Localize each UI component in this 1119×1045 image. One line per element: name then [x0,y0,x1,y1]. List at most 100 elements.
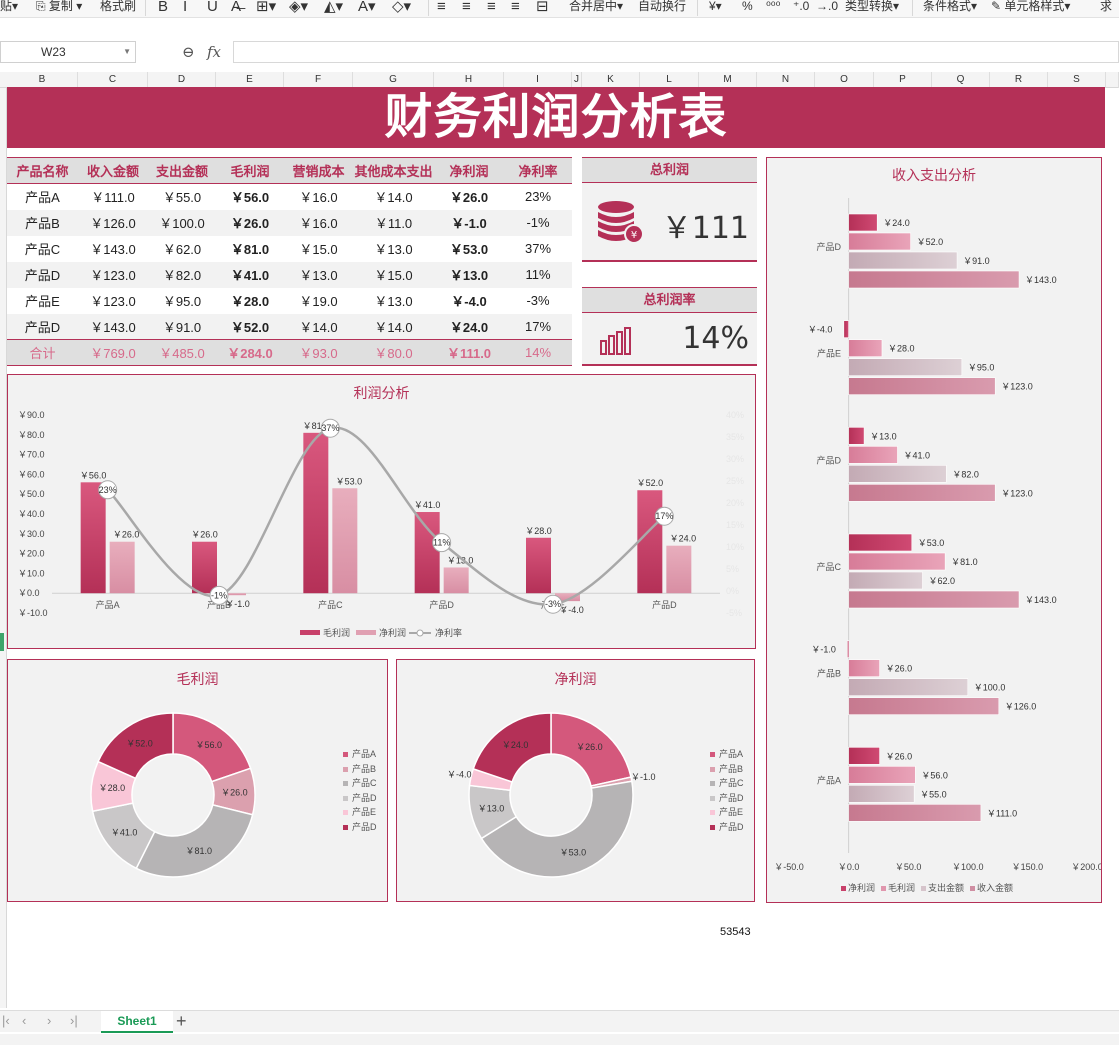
table-total-cell[interactable]: ￥769.0 [78,339,148,366]
hbar-gross-profit[interactable] [848,552,946,571]
ribbon-button[interactable]: U [207,0,218,14]
column-header-cell[interactable]: F [284,72,353,88]
hbar-net-profit[interactable] [847,640,850,658]
hbar-income[interactable] [848,590,1020,609]
table-cell[interactable]: ￥14.0 [284,313,353,340]
ribbon-button[interactable]: I [183,0,187,14]
column-header-cell[interactable]: I [504,72,572,88]
hbar-expense[interactable] [848,251,958,270]
hbar-net-profit[interactable] [843,320,849,338]
ribbon-button[interactable]: ◭▾ [324,0,343,14]
table-cell[interactable]: 17% [504,313,572,340]
table-total-cell[interactable]: 14% [504,339,572,366]
column-header-cell[interactable]: H [434,72,504,88]
table-cell[interactable]: ￥13.0 [434,261,504,288]
hbar-income[interactable] [848,270,1020,289]
table-total-cell[interactable]: ￥485.0 [148,339,216,366]
tab-sheet1[interactable]: Sheet1 [101,1011,173,1033]
hbar-gross-profit[interactable] [848,766,916,784]
table-cell[interactable]: ￥19.0 [284,288,353,314]
ribbon-button[interactable]: ⁺.0 [793,0,809,14]
hbar-expense[interactable] [848,678,969,696]
first-sheet-icon[interactable]: |‹ [2,1013,10,1028]
column-header-cell[interactable] [1106,72,1119,88]
fx-icon[interactable]: fx [207,43,221,61]
net-profit-chart[interactable]: 净利润 ￥26.0 ￥-1.0 ￥53.0 ￥13.0 ￥-4.0 ￥24.0 产品A 产品… [396,659,755,902]
ribbon-button[interactable]: 贴▾ [0,0,18,14]
table-cell[interactable]: ￥16.0 [284,184,353,210]
ribbon-button[interactable]: ✎ 单元格样式▾ [991,0,1070,14]
ribbon-button[interactable]: A̶ [231,0,241,14]
table-cell[interactable]: 23% [504,184,572,210]
table-cell[interactable]: ￥82.0 [148,261,216,288]
ribbon-button[interactable]: 自动换行 [638,0,686,14]
column-header-cell[interactable]: C [78,72,148,88]
table-cell[interactable]: -1% [504,209,572,236]
hbar-net-profit[interactable] [848,533,913,552]
hbar-expense[interactable] [848,358,963,376]
next-sheet-icon[interactable]: › [47,1013,51,1028]
hbar-expense[interactable] [848,785,915,803]
ribbon-button[interactable]: ≡ [437,0,446,14]
table-cell[interactable]: ￥91.0 [148,313,216,340]
bar-net-profit[interactable] [109,541,135,594]
bar-gross-profit[interactable] [303,432,329,594]
table-cell[interactable]: 37% [504,236,572,262]
table-cell[interactable]: ￥123.0 [78,261,148,288]
income-expense-chart[interactable]: 收入支出分析 ￥26.0 ￥56.0 ￥55.0 ￥111.0 产品A ￥-1.0 ￥26.… [766,157,1102,903]
ribbon-button[interactable]: ≡ [487,0,496,14]
table-cell[interactable]: ￥13.0 [353,288,434,314]
ribbon-button[interactable]: ◇▾ [392,0,411,14]
table-cell[interactable]: ￥11.0 [353,209,434,236]
bar-gross-profit[interactable] [414,512,440,594]
column-header-cell[interactable]: M [699,72,757,88]
table-cell[interactable]: ￥100.0 [148,209,216,236]
hbar-gross-profit[interactable] [848,232,911,251]
hbar-income[interactable] [848,377,996,395]
table-cell[interactable]: ￥55.0 [148,184,216,210]
hbar-net-profit[interactable] [848,747,880,765]
ribbon-button[interactable]: ≡ [462,0,471,14]
hbar-expense[interactable] [848,465,947,483]
column-header-cell[interactable]: B [7,72,78,88]
hbar-gross-profit[interactable] [848,446,898,464]
table-cell[interactable]: ￥81.0 [216,236,284,262]
table-cell[interactable]: ￥126.0 [78,209,148,236]
column-header-cell[interactable]: Q [932,72,990,88]
table-cell[interactable]: ￥13.0 [284,261,353,288]
table-cell[interactable]: 产品D [7,261,78,288]
ribbon-button[interactable]: ⎘ 复制 ▾ [36,0,82,14]
hbar-income[interactable] [848,484,996,502]
table-cell[interactable]: ￥62.0 [148,236,216,262]
table-cell[interactable]: ￥28.0 [216,288,284,314]
ribbon-button[interactable]: B [158,0,168,14]
ribbon-button[interactable]: A▾ [358,0,376,14]
table-total-cell[interactable]: 合计 [7,339,78,366]
table-cell[interactable]: ￥52.0 [216,313,284,340]
table-cell[interactable]: 产品B [7,209,78,236]
table-cell[interactable]: 产品A [7,184,78,210]
table-total-cell[interactable]: ￥80.0 [353,339,434,366]
ribbon-button[interactable]: % [742,0,753,14]
ribbon-button[interactable]: →.0 [816,0,838,14]
ribbon-button[interactable]: ⊟ [536,0,549,14]
column-header-cell[interactable]: G [353,72,434,88]
table-cell[interactable]: ￥-4.0 [434,288,504,314]
ribbon-button[interactable]: ◈▾ [289,0,308,14]
column-header-cell[interactable]: E [216,72,284,88]
table-cell[interactable]: ￥14.0 [353,184,434,210]
profit-analysis-chart[interactable]: 利润分析 ￥-10.0 ￥0.0 ￥10.0 ￥20.0 ￥30.0 ￥40.0 ￥50.0… [7,374,756,649]
bar-gross-profit[interactable] [637,490,663,594]
hbar-net-profit[interactable] [848,427,865,445]
add-sheet-button[interactable]: + [176,1011,187,1031]
hbar-gross-profit[interactable] [848,339,883,357]
table-cell[interactable]: ￥41.0 [216,261,284,288]
zoom-icon[interactable]: ⊖ [182,43,195,61]
column-header-cell[interactable]: N [757,72,815,88]
table-cell[interactable]: 产品E [7,288,78,314]
bar-net-profit[interactable] [666,545,692,594]
column-header-cell[interactable]: L [640,72,699,88]
hbar-expense[interactable] [848,571,923,590]
table-cell[interactable]: ￥53.0 [434,236,504,262]
table-total-cell[interactable]: ￥93.0 [284,339,353,366]
